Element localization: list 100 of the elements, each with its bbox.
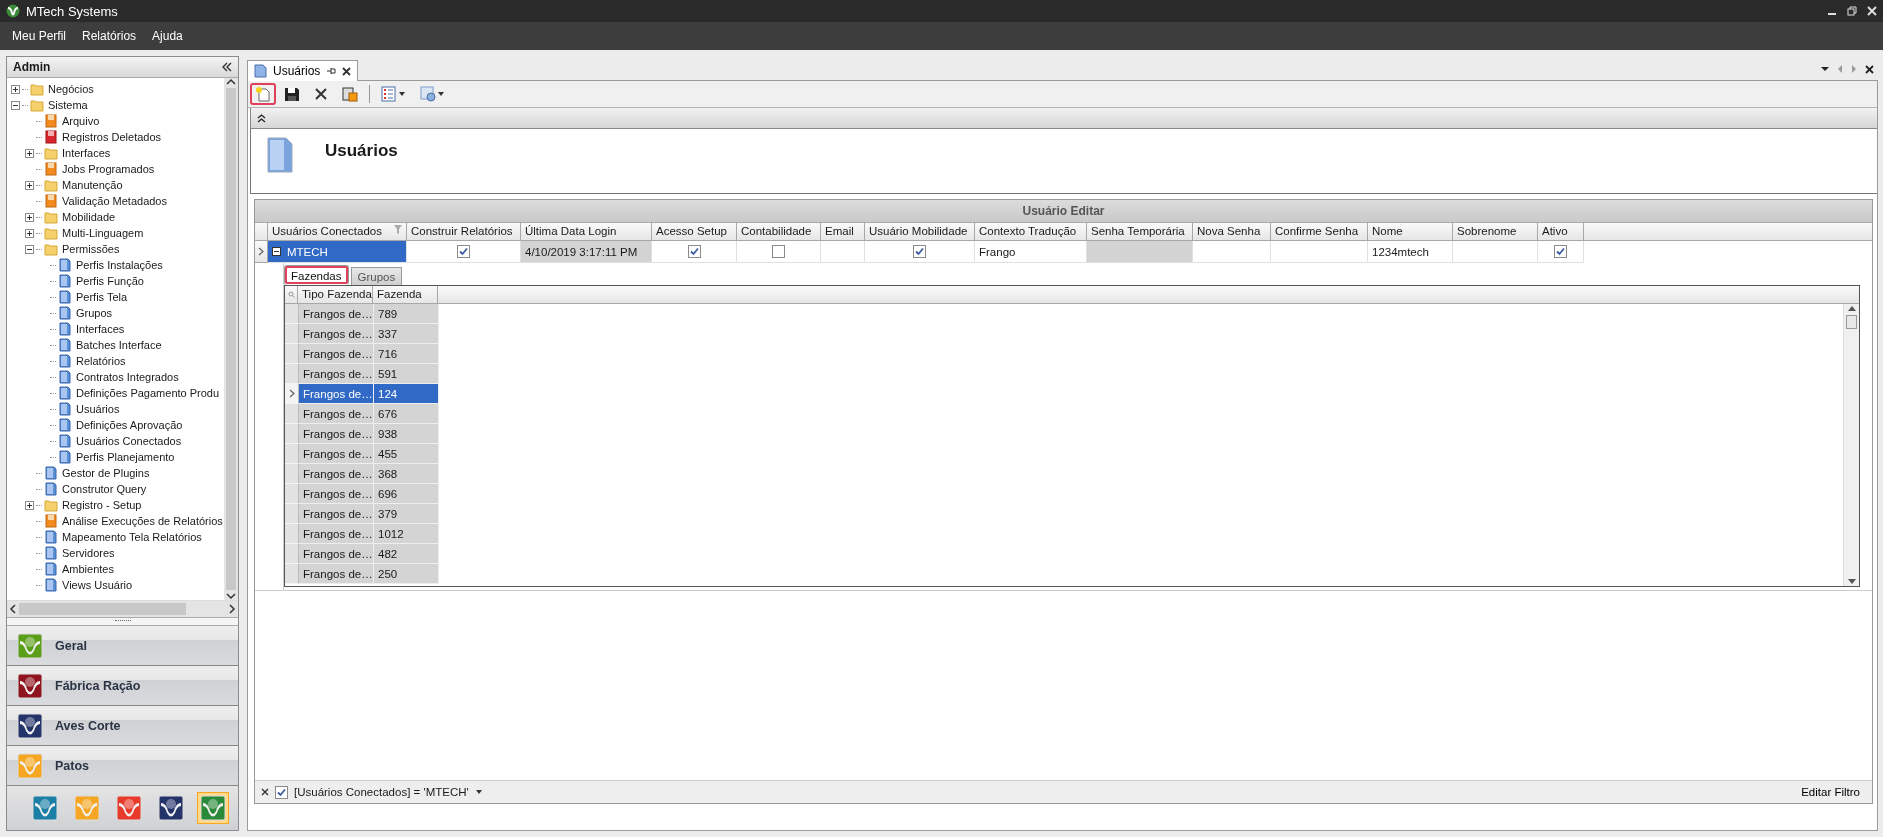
tab[interactable]: Grupos [350, 267, 403, 285]
document-icon [44, 578, 58, 592]
document-icon [44, 482, 58, 496]
column-header[interactable]: Sobrenome [1453, 223, 1538, 241]
checkbox[interactable] [457, 245, 470, 258]
restore-icon[interactable] [1847, 6, 1857, 16]
table-cell: Frangos de… [303, 387, 373, 400]
tree-item[interactable]: Definições Pagamento Produ [76, 387, 220, 399]
column-header[interactable]: Confirme Senha [1271, 223, 1368, 241]
scrollbar-thumb[interactable] [1846, 315, 1857, 329]
tree-item[interactable]: Permissões [62, 243, 120, 255]
tree-item[interactable]: Interfaces [76, 323, 125, 335]
tree-item[interactable]: Registro - Setup [62, 499, 142, 511]
scrollbar[interactable] [7, 600, 238, 617]
tree-item[interactable]: Ambientes [62, 563, 114, 575]
checkbox[interactable] [275, 785, 288, 799]
column-header[interactable]: Contabilidade [737, 223, 821, 241]
dropdown-icon[interactable] [474, 789, 483, 795]
tree-item[interactable]: Validação Metadados [62, 195, 167, 207]
tree-item[interactable]: Grupos [76, 307, 113, 319]
expand-icon[interactable] [25, 180, 34, 190]
column-header[interactable]: Fazenda [373, 286, 438, 304]
tree-item[interactable]: Batches Interface [76, 339, 162, 351]
column-header[interactable]: Nova Senha [1193, 223, 1271, 241]
tree-item[interactable]: Construtor Query [62, 483, 147, 495]
collapse-icon[interactable] [257, 113, 266, 123]
tree-item[interactable]: Usuários [76, 403, 120, 415]
tree-item[interactable]: Mobilidade [62, 211, 116, 223]
expand-icon[interactable] [25, 148, 34, 158]
tree-item[interactable]: Manutenção [62, 179, 123, 191]
column-header[interactable]: Ativo [1538, 223, 1584, 241]
tree-item[interactable]: Arquivo [62, 115, 100, 127]
collapse-icon[interactable] [272, 247, 281, 256]
tree-item[interactable]: Análise Execuções de Relatórios [62, 515, 223, 527]
nav-group-button[interactable]: Patos [7, 746, 238, 786]
scroll-down-icon[interactable] [226, 592, 236, 600]
scroll-down-icon[interactable] [1847, 579, 1856, 584]
new-button[interactable] [250, 83, 276, 105]
checkbox[interactable] [687, 245, 701, 258]
tree-item[interactable]: Registros Deletados [62, 131, 162, 143]
column-header[interactable]: Acesso Setup [652, 223, 737, 241]
scrollbar[interactable] [224, 78, 238, 600]
collapse-panel-icon[interactable] [222, 62, 232, 72]
tree-item[interactable]: Servidores [62, 547, 115, 559]
column-header[interactable]: Email [821, 223, 865, 241]
scroll-left-icon[interactable] [9, 604, 17, 614]
tree-item[interactable]: Jobs Programados [62, 163, 155, 175]
document-tab[interactable]: Usuários [247, 60, 359, 81]
tree-item[interactable]: Perfis Função [76, 275, 144, 287]
column-header[interactable]: Última Data Login [521, 223, 652, 241]
tree-item[interactable]: Contratos Integrados [76, 371, 179, 383]
checkbox[interactable] [1554, 245, 1567, 258]
nav-group-button[interactable]: Fábrica Ração [7, 666, 238, 706]
column-header[interactable]: Contexto Tradução [975, 223, 1087, 241]
column-header[interactable]: Nome [1368, 223, 1453, 241]
tree-item[interactable]: Gestor de Plugins [62, 467, 150, 479]
checkbox[interactable] [913, 245, 926, 258]
collapse-icon[interactable] [25, 244, 34, 254]
tree-item[interactable]: Perfis Instalações [76, 259, 163, 271]
table-cell: Frangos de… [303, 447, 373, 460]
checkbox[interactable] [772, 245, 785, 258]
table-cell: 455 [378, 447, 398, 460]
pin-icon[interactable] [326, 66, 337, 76]
menu-item[interactable]: Ajuda [144, 29, 191, 43]
tree-item[interactable]: Definições Aprovação [76, 419, 183, 431]
column-header[interactable]: Senha Temporária [1087, 223, 1193, 241]
tree-item[interactable]: Multi-Linguagem [62, 227, 144, 239]
scroll-right-icon[interactable] [228, 604, 236, 614]
tree-item[interactable]: Perfis Tela [76, 291, 128, 303]
tree-item[interactable]: Usuários Conectados [76, 435, 182, 447]
column-header[interactable]: Tipo Fazenda [298, 286, 373, 304]
column-header[interactable]: Construir Relatórios [407, 223, 521, 241]
tree-item[interactable]: Interfaces [62, 147, 111, 159]
expand-icon[interactable] [25, 228, 34, 238]
tree-item[interactable]: Negócios [48, 83, 94, 95]
scrollbar[interactable] [1843, 304, 1859, 586]
tree-item[interactable]: Relatórios [76, 355, 126, 367]
expand-icon[interactable] [25, 212, 34, 222]
folder-icon [44, 498, 58, 512]
tab[interactable]: Fazendas [284, 265, 349, 285]
column-header[interactable]: Usuário Mobilidade [865, 223, 975, 241]
menu-item[interactable]: Relatórios [74, 29, 145, 43]
close-icon[interactable] [1865, 64, 1874, 74]
table-cell: 696 [378, 487, 398, 500]
dropdown-icon[interactable] [1821, 66, 1829, 72]
expand-icon[interactable] [11, 84, 20, 94]
nav-group-button[interactable]: Geral [7, 626, 238, 666]
close-filter-icon[interactable] [261, 788, 269, 796]
expand-icon[interactable] [25, 500, 34, 510]
close-icon[interactable] [342, 66, 352, 76]
menu-item[interactable]: Meu Perfil [4, 29, 75, 43]
tree-item[interactable]: Perfis Planejamento [76, 451, 175, 463]
scroll-up-icon[interactable] [1847, 306, 1856, 311]
tree-item[interactable]: Mapeamento Tela Relatórios [62, 531, 202, 543]
scroll-up-icon[interactable] [226, 78, 236, 86]
nav-group-button[interactable]: Aves Corte [7, 706, 238, 746]
tree-item[interactable]: Views Usuário [62, 579, 133, 591]
tree-item[interactable]: Sistema [48, 99, 88, 111]
collapse-icon[interactable] [11, 100, 20, 110]
edit-filter-link[interactable]: Editar Filtro [1795, 785, 1866, 799]
